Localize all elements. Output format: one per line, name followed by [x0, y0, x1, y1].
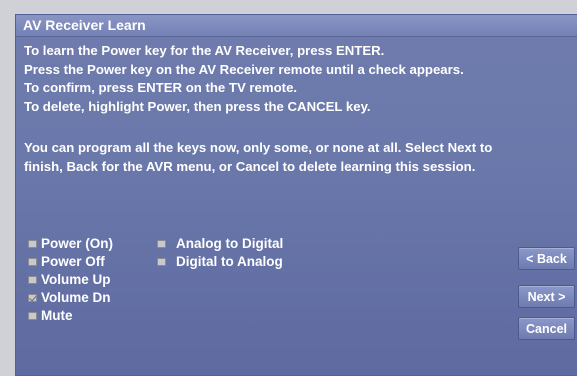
instructions-text: To learn the Power key for the AV Receiv… [24, 42, 577, 116]
key-item-power-on[interactable]: Power (On) [28, 235, 113, 253]
key-label: Power (On) [41, 236, 114, 251]
page-title: AV Receiver Learn [23, 17, 146, 33]
key-item-power-off[interactable]: Power Off [28, 253, 113, 271]
info-text: You can program all the keys now, only s… [24, 139, 577, 176]
key-item-digital-to-analog[interactable]: Digital to Analog [157, 253, 283, 271]
back-button[interactable]: < Back [518, 247, 575, 270]
key-list-right: Analog to Digital Digital to Analog [157, 235, 283, 271]
key-label: Analog to Digital [176, 236, 284, 251]
learn-screen: AV Receiver Learn To learn the Power key… [15, 14, 577, 376]
checkbox-icon [28, 240, 37, 248]
checkbox-icon [28, 312, 37, 320]
checkmark-icon [28, 294, 37, 302]
key-label: Volume Dn [41, 290, 111, 305]
info-line: You can program all the keys now, only s… [24, 140, 493, 155]
checkbox-icon [157, 258, 166, 266]
instruction-line: Press the Power key on the AV Receiver r… [24, 61, 464, 77]
title-bar: AV Receiver Learn [16, 15, 577, 37]
key-label: Digital to Analog [176, 254, 283, 269]
key-label: Mute [41, 308, 73, 323]
key-item-mute[interactable]: Mute [28, 307, 113, 325]
cancel-button[interactable]: Cancel [518, 317, 575, 340]
instruction-line: To learn the Power key for the AV Receiv… [24, 43, 385, 58]
next-button[interactable]: Next > [518, 285, 575, 308]
key-item-analog-to-digital[interactable]: Analog to Digital [157, 235, 283, 253]
key-item-volume-dn[interactable]: Volume Dn [28, 289, 113, 307]
key-label: Volume Up [41, 272, 111, 287]
key-label: Power Off [41, 254, 105, 269]
checkbox-icon [28, 276, 37, 284]
key-item-volume-up[interactable]: Volume Up [28, 271, 113, 289]
info-line: finish, Back for the AVR menu, or Cancel… [24, 158, 476, 174]
instruction-line: To confirm, press ENTER on the TV remote… [24, 80, 298, 95]
checkbox-icon [157, 240, 166, 248]
instruction-line: To delete, highlight Power, then press t… [24, 98, 371, 114]
checkbox-icon [28, 258, 37, 266]
key-list-left: Power (On) Power Off Volume Up Volume Dn… [28, 235, 113, 325]
